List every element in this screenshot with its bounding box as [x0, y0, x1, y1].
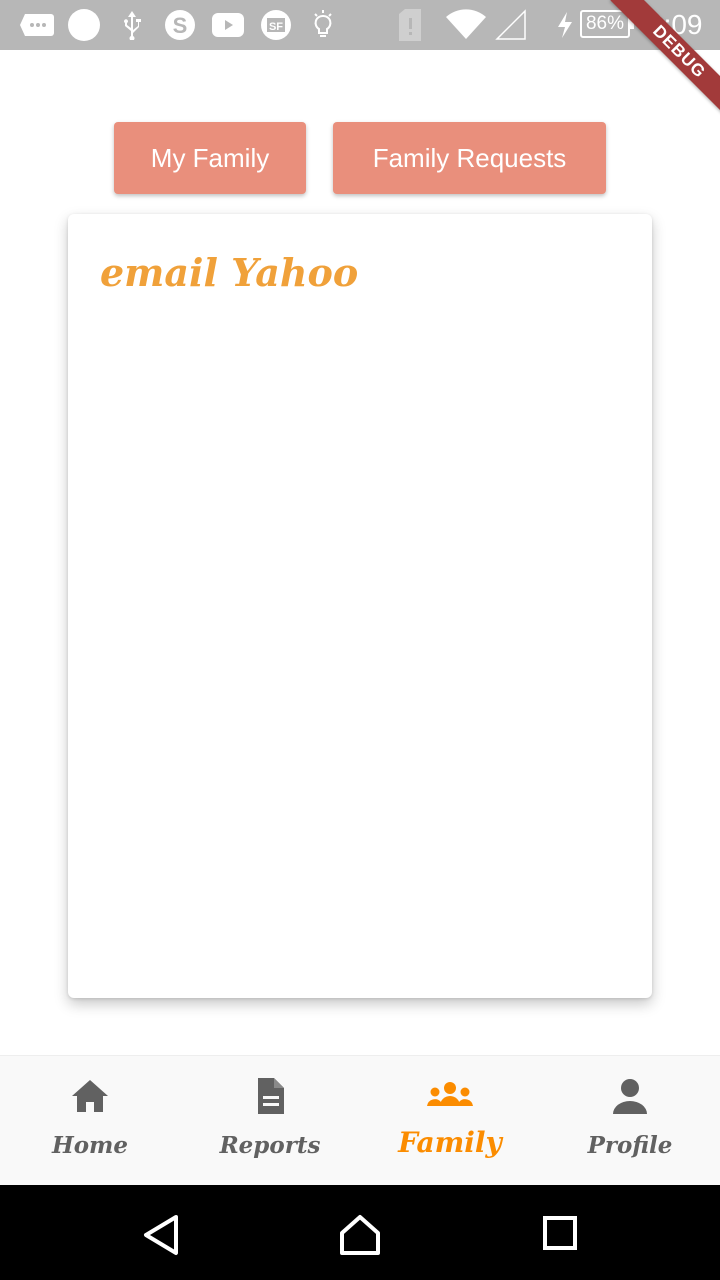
status-bar: S SF 86% 8:09 DEBUG [0, 0, 720, 121]
my-family-button[interactable]: My Family [114, 122, 306, 194]
svg-text:SF: SF [269, 21, 283, 33]
charging-icon [554, 0, 576, 50]
document-icon [250, 1076, 290, 1116]
group-icon [427, 1076, 473, 1116]
nav-label-profile: Profile [587, 1132, 673, 1159]
lightbulb-icon [310, 0, 336, 50]
nav-item-family[interactable]: Family [360, 1056, 540, 1186]
wifi-icon [444, 0, 488, 50]
recents-icon[interactable] [540, 1213, 584, 1257]
circle-icon [66, 0, 102, 50]
family-requests-button[interactable]: Family Requests [333, 122, 606, 194]
svg-text:S: S [173, 13, 188, 38]
nav-item-reports[interactable]: Reports [180, 1056, 360, 1186]
person-icon [610, 1076, 650, 1116]
system-navigation-bar [0, 1185, 720, 1280]
sf-icon: SF [258, 0, 296, 50]
youtube-icon [210, 0, 246, 50]
signal-icon [494, 0, 528, 50]
message-icon [18, 0, 56, 50]
back-icon[interactable] [140, 1213, 184, 1257]
nav-item-profile[interactable]: Profile [540, 1056, 720, 1186]
usb-icon [118, 0, 146, 50]
nav-item-home[interactable]: Home [0, 1056, 180, 1186]
battery-indicator: 86% [580, 10, 634, 38]
nav-label-family: Family [398, 1126, 502, 1159]
home-system-icon[interactable] [338, 1213, 382, 1257]
battery-level: 86% [585, 13, 625, 34]
bottom-navigation: Home Reports Family Profile [0, 1055, 720, 1186]
sim-alert-icon [396, 0, 424, 50]
nav-label-reports: Reports [219, 1132, 321, 1159]
family-card: email Yahoo [68, 214, 652, 998]
skype-icon: S [162, 0, 198, 50]
home-icon [70, 1076, 110, 1116]
card-title: email Yahoo [100, 250, 359, 295]
nav-label-home: Home [51, 1132, 129, 1159]
